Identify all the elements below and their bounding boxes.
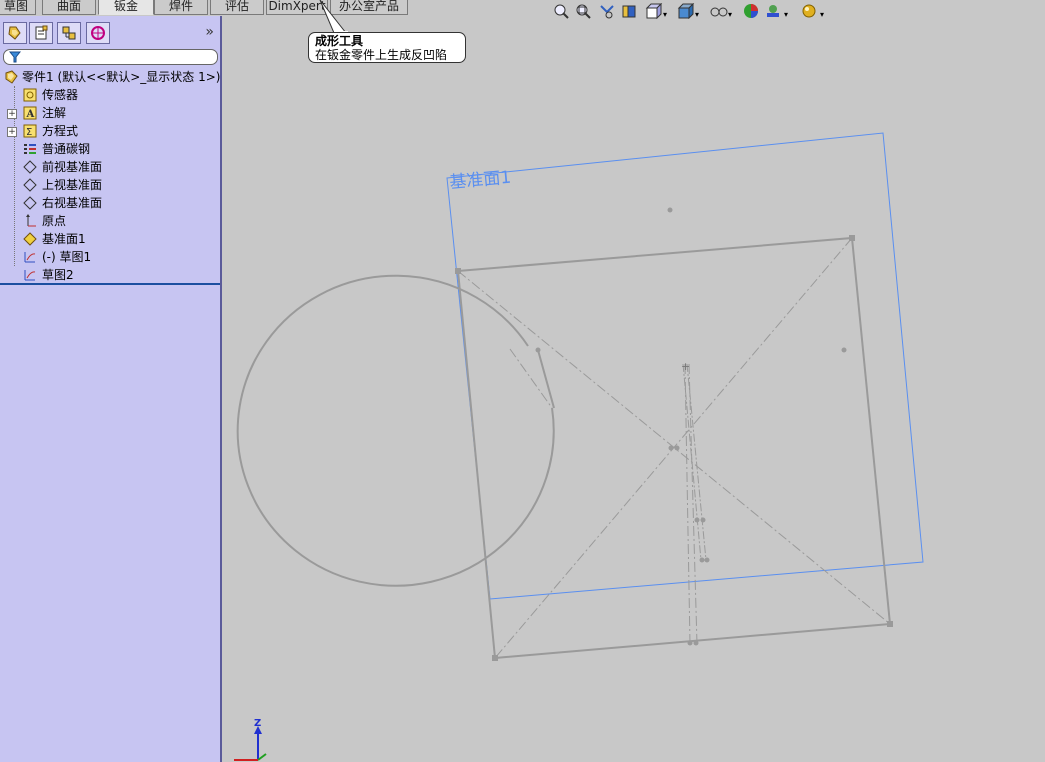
view-triad: Z <box>234 718 267 761</box>
tree-item-label: 注解 <box>42 106 67 120</box>
triad-z-label: Z <box>254 718 261 729</box>
tree-item-label: 普通碳钢 <box>42 142 91 156</box>
feature-manager-tab[interactable] <box>3 22 27 44</box>
sketch-icon <box>24 270 36 281</box>
property-manager-tab[interactable] <box>29 22 53 44</box>
svg-text:▾: ▾ <box>695 10 699 19</box>
view-settings-icon[interactable]: ▾ <box>800 2 828 20</box>
center-line[interactable] <box>682 363 702 561</box>
svg-text:▾: ▾ <box>784 10 788 19</box>
origin-marker: + <box>681 360 690 373</box>
center-line[interactable] <box>686 363 707 561</box>
rollback-bar[interactable] <box>0 283 220 285</box>
tooltip: 成形工具 在钣金零件上生成反凹陷 <box>308 32 466 63</box>
display-style-icon[interactable]: ▾ <box>676 2 702 20</box>
feature-tree-filter[interactable] <box>3 49 218 65</box>
annotation-icon: A <box>23 106 37 120</box>
plane-icon <box>23 160 37 174</box>
center-line[interactable] <box>684 363 691 645</box>
plane-icon <box>23 196 37 210</box>
property-icon <box>35 25 48 40</box>
configuration-manager-tab[interactable] <box>57 22 81 44</box>
svg-text:Σ: Σ <box>26 127 32 138</box>
filter-icon <box>9 51 21 63</box>
feature-manager-panel: » 零件1 (默认<<默认>_显示状态 1>) 传感器 + A 注解 + Σ 方… <box>0 16 222 762</box>
command-manager-tabs: 草图 曲面 钣金 焊件 评估 DimXpert 办公室产品 <box>0 0 420 16</box>
equation-icon: Σ <box>23 124 37 138</box>
collapse-panel-button[interactable]: » <box>205 24 214 40</box>
tooltip-description: 在钣金零件上生成反凹陷 <box>315 48 448 62</box>
sketch-icon <box>24 252 36 263</box>
configuration-icon <box>62 26 76 40</box>
origin-icon <box>26 214 36 227</box>
edit-appearance-icon[interactable] <box>742 2 760 20</box>
apply-scene-icon[interactable]: ▾ <box>764 2 792 20</box>
svg-text:▾: ▾ <box>663 10 667 19</box>
plane-icon <box>23 178 37 192</box>
tab-evaluate[interactable]: 评估 <box>210 0 264 15</box>
svg-text:A: A <box>26 109 35 120</box>
sketch-points <box>455 207 893 661</box>
tree-item-label: (-) 草图1 <box>42 250 92 264</box>
graphics-viewport[interactable]: 基准面1 + Z <box>222 16 1045 762</box>
view-orientation-icon[interactable]: ▾ <box>644 2 670 20</box>
svg-text:▾: ▾ <box>820 10 824 19</box>
tree-item-label: 上视基准面 <box>42 178 103 192</box>
dimxpert-icon <box>91 26 105 40</box>
tree-item-label: 原点 <box>42 214 67 228</box>
sketch-arc[interactable] <box>236 274 555 587</box>
zoom-to-fit-icon[interactable] <box>552 2 570 20</box>
plane1-label: 基准面1 <box>449 168 512 193</box>
tree-item-label: 右视基准面 <box>42 196 103 210</box>
tooltip-title: 成形工具 <box>315 34 364 48</box>
tree-item-label: 前视基准面 <box>42 160 103 174</box>
previous-view-icon[interactable] <box>598 2 616 20</box>
tab-weldments[interactable]: 焊件 <box>154 0 208 15</box>
svg-text:▾: ▾ <box>728 10 732 19</box>
dimxpert-manager-tab[interactable] <box>86 22 110 44</box>
tree-item-label: 基准面1 <box>42 232 86 246</box>
tab-sheet-metal[interactable]: 钣金 <box>98 0 154 15</box>
section-view-icon[interactable] <box>620 2 638 20</box>
tree-item-label: 方程式 <box>42 124 79 138</box>
material-icon <box>24 144 36 154</box>
expand-icon[interactable]: + <box>7 127 17 137</box>
expand-icon[interactable]: + <box>7 109 17 119</box>
tree-item-label: 草图2 <box>42 268 74 282</box>
part-icon <box>5 70 18 84</box>
panel-tab-bar: » <box>0 16 220 46</box>
tab-surface[interactable]: 曲面 <box>42 0 96 15</box>
hide-show-items-icon[interactable]: ▾ <box>708 2 736 20</box>
tree-root-label: 零件1 (默认<<默认>_显示状态 1>) <box>22 70 221 84</box>
plane-feature-icon <box>23 232 37 246</box>
zoom-to-area-icon[interactable] <box>574 2 592 20</box>
feature-tree-icon <box>8 26 21 40</box>
tree-item-label: 传感器 <box>42 88 79 102</box>
tab-sketch[interactable]: 草图 <box>0 0 36 15</box>
model-canvas[interactable]: 基准面1 + Z <box>222 16 1045 762</box>
sensor-icon <box>23 88 37 102</box>
